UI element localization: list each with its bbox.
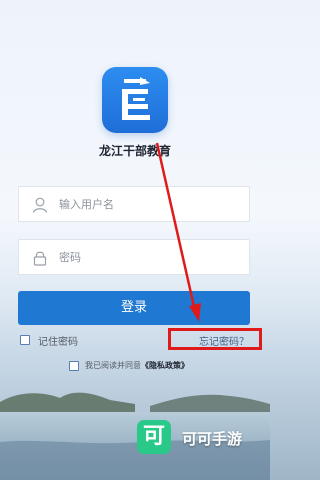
username-field[interactable]: [18, 186, 250, 222]
login-button[interactable]: 登录: [18, 291, 250, 325]
app-name: 龙江干部教育: [98, 144, 171, 158]
agreement-prefix: 我已阅读并同意: [85, 361, 141, 370]
agreement-text: 我已阅读并同意《隐私政策》: [85, 360, 189, 371]
forgot-password-link[interactable]: 忘记密码？: [199, 333, 249, 348]
agreement-checkbox[interactable]: [69, 361, 79, 371]
app-logo: [102, 67, 168, 133]
password-input[interactable]: [59, 240, 239, 274]
remember-label[interactable]: 记住密码: [38, 333, 78, 348]
watermark-badge: 可: [137, 420, 171, 454]
watermark-text: 可可手游: [182, 430, 243, 448]
login-screen: 龙江干部教育 登录 记住密码 忘记密码？ 我已阅读并同意《隐私政策》 可 可可手…: [0, 0, 270, 480]
privacy-policy-link[interactable]: 《隐私政策》: [141, 361, 189, 370]
remember-checkbox[interactable]: [20, 335, 30, 345]
lock-icon: [33, 251, 47, 266]
password-field[interactable]: [18, 239, 250, 275]
user-icon: [32, 197, 48, 213]
username-input[interactable]: [59, 187, 239, 221]
